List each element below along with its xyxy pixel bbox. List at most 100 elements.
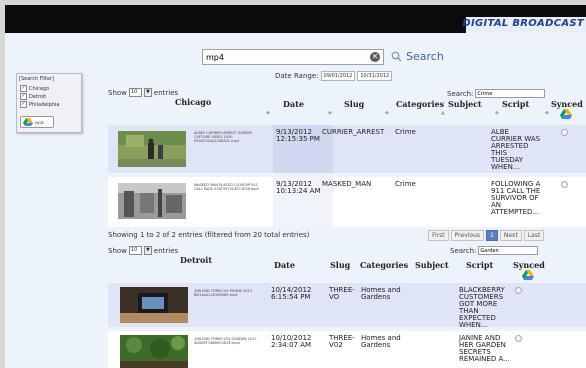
- pager-next[interactable]: Next: [499, 230, 522, 241]
- sort-icon[interactable]: ◆: [328, 110, 332, 116]
- app-window: DIGITAL BROADCAST ✕ Search Date Range: 0…: [5, 5, 586, 368]
- filter-item-label: Chicago: [29, 85, 50, 92]
- filter-item-chicago[interactable]: ✓ Chicago: [20, 85, 49, 92]
- row-script: BLACKBERRY CUSTOMERS GOT MORE THAN EXPEC…: [459, 286, 505, 329]
- clear-icon[interactable]: ✕: [370, 52, 380, 62]
- show-entries-control: Show 10 ▼ entries: [108, 88, 178, 97]
- synced-status-icon[interactable]: [515, 335, 522, 342]
- row-category: Crime: [395, 180, 416, 188]
- entries-select[interactable]: 10: [128, 88, 142, 97]
- column-header-synced[interactable]: Synced: [551, 99, 583, 109]
- chevron-down-icon[interactable]: ▼: [143, 246, 152, 255]
- table-row[interactable]: ALBEE CURRIER ARREST SCREEN CAPTURE VIDE…: [108, 125, 586, 173]
- column-header-subject[interactable]: Subject: [448, 99, 482, 109]
- table-title: Detroit: [180, 255, 213, 265]
- date-range: Date Range: 09/01/2012 10/31/2012: [275, 71, 393, 81]
- table-row[interactable]: 10N END THREE-V02 GARDEN 2012 4D5E6F7A8B…: [108, 331, 586, 368]
- sort-up-icon[interactable]: ▲: [441, 110, 445, 116]
- drive-icon: [560, 109, 572, 119]
- magnifier-icon: [391, 51, 402, 61]
- column-header-categories[interactable]: Categories: [360, 260, 408, 270]
- entries-select[interactable]: 10: [128, 246, 142, 255]
- brand-title: DIGITAL BROADCAST: [462, 18, 584, 29]
- filter-item-label: Philadelphia: [29, 101, 60, 108]
- table-search-label: Search:: [447, 89, 474, 98]
- table-search: Search:: [447, 89, 546, 98]
- table-row[interactable]: 10N END THREE-VO PHONE 2012 BD14AA12E2B5…: [108, 283, 586, 329]
- row-category: Homes and Gardens: [361, 286, 401, 301]
- chicago-section: Show 10 ▼ entries Chicago Search: Date S…: [108, 85, 586, 243]
- drive-icon: [23, 118, 33, 126]
- column-header-date[interactable]: Date: [283, 99, 304, 109]
- row-slug: THREE-V02: [329, 334, 355, 349]
- search-button[interactable]: Search: [391, 47, 444, 65]
- sync-button[interactable]: sync: [20, 116, 54, 128]
- video-thumbnail[interactable]: [118, 183, 186, 219]
- table-search: Search:: [450, 246, 539, 255]
- filter-item-detroit[interactable]: ✓ Detroit: [20, 93, 46, 100]
- search-button-label: Search: [406, 49, 444, 63]
- table-row[interactable]: MASKED MAN PLACED CLOSEUP 911 CALL PAGE …: [108, 177, 586, 227]
- column-header-synced[interactable]: Synced: [513, 260, 545, 270]
- search-input[interactable]: ✕: [202, 49, 384, 65]
- filter-title: [Search Filter]: [19, 76, 55, 82]
- sort-icon[interactable]: ◆: [385, 110, 389, 116]
- pagination: First Previous 1 Next Last: [428, 230, 545, 241]
- show-label: Show: [108, 246, 127, 255]
- filter-item-label: Detroit: [29, 93, 47, 100]
- video-thumbnail[interactable]: [120, 287, 188, 323]
- search-filter-panel: [Search Filter] ✓ Chicago ✓ Detroit ✓ Ph…: [16, 73, 82, 133]
- row-script: FOLLOWING A 911 CALL THE SURVIVOR OF AN …: [491, 180, 541, 216]
- entries-label: entries: [153, 246, 179, 255]
- table-search-input[interactable]: [478, 246, 539, 255]
- synced-status-icon[interactable]: [561, 181, 568, 188]
- video-caption[interactable]: ALBEE CURRIER ARREST SCREEN CAPTURE VIDE…: [194, 131, 262, 143]
- pager-page-1[interactable]: 1: [486, 230, 498, 241]
- column-header-script[interactable]: Script: [502, 99, 529, 109]
- row-category: Homes and Gardens: [361, 334, 401, 349]
- pager-previous[interactable]: Previous: [450, 230, 484, 241]
- row-slug: CURRIER_ARREST: [322, 128, 385, 136]
- date-from-field[interactable]: 09/01/2012: [320, 71, 356, 81]
- chevron-down-icon[interactable]: ▼: [143, 88, 152, 97]
- checkbox-checked-icon[interactable]: ✓: [20, 85, 27, 92]
- video-caption[interactable]: 10N END THREE-V02 GARDEN 2012 4D5E6F7A8B…: [194, 337, 262, 345]
- row-script: JANINE AND HER GARDEN SECRETS REMAINED A…: [459, 334, 510, 363]
- synced-status-icon[interactable]: [561, 129, 568, 136]
- checkbox-checked-icon[interactable]: ✓: [20, 101, 27, 108]
- row-date: 10/14/2012 6:15:54 PM: [271, 286, 312, 301]
- filter-item-philadelphia[interactable]: ✓ Philadelphia: [20, 101, 59, 108]
- column-header-date[interactable]: Date: [274, 260, 295, 270]
- pager-last[interactable]: Last: [523, 230, 545, 241]
- column-header-script[interactable]: Script: [466, 260, 493, 270]
- entries-label: entries: [153, 88, 179, 97]
- column-header-slug[interactable]: Slug: [344, 99, 364, 109]
- column-header-subject[interactable]: Subject: [415, 260, 449, 270]
- row-category: Crime: [395, 128, 416, 136]
- date-range-label: Date Range:: [275, 72, 319, 80]
- row-date: 10/10/2012 2:34:07 AM: [271, 334, 312, 349]
- video-caption[interactable]: 10N END THREE-VO PHONE 2012 BD14AA12E2B5…: [194, 289, 262, 297]
- video-caption[interactable]: MASKED MAN PLACED CLOSEUP 911 CALL PAGE …: [194, 183, 262, 191]
- table-search-input[interactable]: [475, 89, 546, 98]
- sort-icon[interactable]: ◆: [495, 110, 499, 116]
- video-thumbnail[interactable]: [118, 131, 186, 167]
- column-header-slug[interactable]: Slug: [330, 260, 350, 270]
- video-thumbnail[interactable]: [120, 335, 188, 368]
- sort-icon[interactable]: ◆: [545, 110, 549, 116]
- checkbox-checked-icon[interactable]: ✓: [20, 93, 27, 100]
- row-slug: THREE-VO: [329, 286, 355, 301]
- pager-first[interactable]: First: [428, 230, 449, 241]
- top-bar: DIGITAL BROADCAST: [5, 5, 586, 33]
- sort-icon[interactable]: ◆: [266, 110, 270, 116]
- table-title: Chicago: [175, 97, 212, 107]
- show-label: Show: [108, 88, 127, 97]
- column-header-categories[interactable]: Categories: [396, 99, 444, 109]
- search-field[interactable]: [206, 50, 356, 64]
- synced-status-icon[interactable]: [515, 287, 522, 294]
- detroit-section: Show 10 ▼ entries Detroit Search: Date S…: [108, 245, 586, 368]
- brand-banner: DIGITAL BROADCAST: [462, 17, 586, 33]
- table-info: Showing 1 to 2 of 2 entries (filtered fr…: [108, 231, 310, 239]
- date-to-field[interactable]: 10/31/2012: [357, 71, 393, 81]
- drive-icon: [522, 270, 534, 280]
